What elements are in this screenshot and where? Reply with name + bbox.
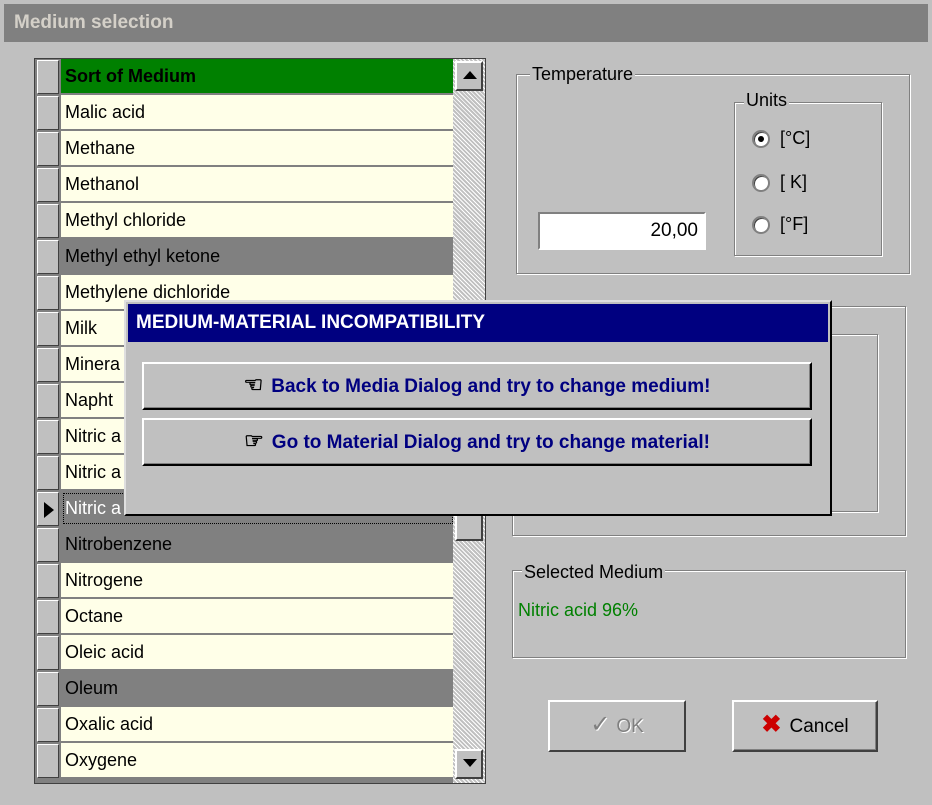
- medium-cell[interactable]: Oleum: [61, 671, 455, 706]
- medium-cell[interactable]: Nitrobenzene: [61, 527, 455, 562]
- medium-cell[interactable]: Methyl ethyl ketone: [61, 239, 455, 274]
- medium-cell[interactable]: Methyl chloride: [61, 203, 455, 238]
- row-indicator[interactable]: [37, 348, 59, 382]
- dialog-title: MEDIUM-MATERIAL INCOMPATIBILITY: [128, 304, 828, 342]
- medium-cell[interactable]: Methanol: [61, 167, 455, 202]
- back-to-media-button[interactable]: ☜ Back to Media Dialog and try to change …: [142, 362, 812, 410]
- check-icon: ✓: [590, 711, 611, 738]
- cancel-x-icon: ✖: [761, 711, 782, 738]
- pointing-right-hand-icon: ☞: [244, 428, 264, 453]
- kelvin-label: [ K]: [780, 172, 808, 192]
- scroll-up-button[interactable]: [455, 61, 483, 91]
- current-row-arrow-icon: [44, 502, 54, 518]
- medium-cell[interactable]: Nitrogene: [61, 563, 455, 598]
- grid-row[interactable]: Methane: [35, 131, 455, 167]
- arrow-up-icon: [463, 71, 477, 79]
- temperature-label: Temperature: [530, 64, 636, 85]
- medium-cell[interactable]: Oleic acid: [61, 635, 455, 670]
- title-bar: Medium selection: [4, 4, 928, 42]
- row-indicator[interactable]: [37, 168, 59, 202]
- radio-kelvin[interactable]: [752, 174, 770, 192]
- medium-cell[interactable]: Octane: [61, 599, 455, 634]
- row-indicator[interactable]: [37, 132, 59, 166]
- grid-row[interactable]: Nitrobenzene: [35, 527, 455, 563]
- medium-cell[interactable]: Oxygene: [61, 743, 455, 778]
- scroll-down-button[interactable]: [455, 749, 483, 779]
- medium-cell[interactable]: Malic acid: [61, 95, 455, 130]
- row-indicator[interactable]: [37, 456, 59, 490]
- go-label: Go to Material Dialog and try to change …: [271, 432, 710, 453]
- grid-header[interactable]: Sort of Medium: [61, 59, 455, 94]
- grid-row[interactable]: Nitrogene: [35, 563, 455, 599]
- back-label: Back to Media Dialog and try to change m…: [271, 376, 711, 397]
- row-indicator[interactable]: [37, 600, 59, 634]
- grid-row[interactable]: Oleum: [35, 671, 455, 707]
- radio-fahrenheit[interactable]: [752, 216, 770, 234]
- go-to-material-button[interactable]: ☞ Go to Material Dialog and try to change…: [142, 418, 812, 466]
- grid-row[interactable]: Malic acid: [35, 95, 455, 131]
- grid-row[interactable]: Oxygene: [35, 743, 455, 779]
- row-indicator[interactable]: [37, 276, 59, 310]
- row-indicator[interactable]: [37, 384, 59, 418]
- header-indicator: [37, 60, 59, 94]
- grid-row[interactable]: Methanol: [35, 167, 455, 203]
- window-title: Medium selection: [14, 12, 174, 33]
- row-indicator[interactable]: [37, 492, 59, 526]
- row-indicator[interactable]: [37, 564, 59, 598]
- temperature-input[interactable]: 20,00: [538, 212, 706, 250]
- celsius-label: [°C]: [780, 128, 811, 148]
- ok-label: OK: [616, 716, 644, 737]
- units-label: Units: [744, 90, 790, 111]
- selected-medium-value: Nitric acid 96%: [518, 600, 639, 620]
- selected-medium-label: Selected Medium: [522, 562, 666, 583]
- medium-cell[interactable]: Methane: [61, 131, 455, 166]
- cancel-label: Cancel: [789, 716, 849, 737]
- row-indicator[interactable]: [37, 204, 59, 238]
- grid-row[interactable]: Oxalic acid: [35, 707, 455, 743]
- cancel-button[interactable]: ✖ Cancel: [732, 700, 878, 752]
- radio-celsius[interactable]: [752, 130, 770, 148]
- medium-cell[interactable]: Oxalic acid: [61, 707, 455, 742]
- row-indicator[interactable]: [37, 312, 59, 346]
- grid-row[interactable]: Octane: [35, 599, 455, 635]
- pointing-left-hand-icon: ☜: [243, 372, 264, 397]
- row-indicator[interactable]: [37, 744, 59, 778]
- grid-row[interactable]: Methyl chloride: [35, 203, 455, 239]
- row-indicator[interactable]: [37, 420, 59, 454]
- row-indicator[interactable]: [37, 708, 59, 742]
- row-indicator[interactable]: [37, 240, 59, 274]
- fahrenheit-label: [°F]: [780, 214, 809, 234]
- ok-button[interactable]: ✓ OK: [548, 700, 686, 752]
- incompatibility-dialog: MEDIUM-MATERIAL INCOMPATIBILITY ☜ Back to…: [124, 300, 832, 516]
- grid-row[interactable]: Oleic acid: [35, 635, 455, 671]
- row-indicator[interactable]: [37, 96, 59, 130]
- arrow-down-icon: [463, 759, 477, 767]
- row-indicator[interactable]: [37, 672, 59, 706]
- row-indicator[interactable]: [37, 636, 59, 670]
- grid-header-row: Sort of Medium: [35, 59, 455, 95]
- row-indicator[interactable]: [37, 528, 59, 562]
- grid-row[interactable]: Methyl ethyl ketone: [35, 239, 455, 275]
